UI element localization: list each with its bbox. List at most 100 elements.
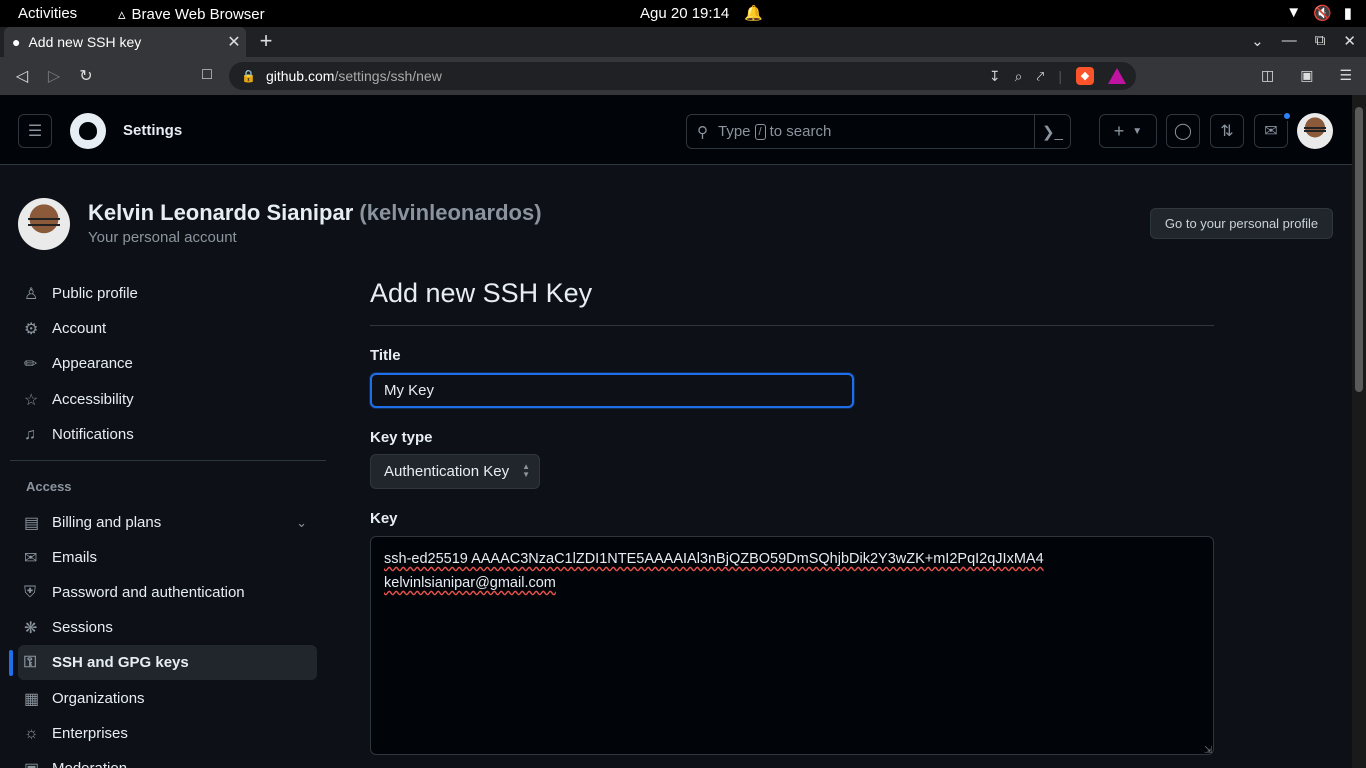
toolbar-right: ◫ ▣ ☰ bbox=[1261, 67, 1352, 84]
scrollbar-thumb[interactable] bbox=[1355, 107, 1363, 392]
sidebar-item-sessions[interactable]: ❋ Sessions bbox=[18, 610, 317, 645]
notification-bell-icon: 🔔 bbox=[744, 5, 763, 22]
sidebar-item-accessibility[interactable]: ☆ Accessibility bbox=[18, 382, 317, 417]
sidebar-item-label: Notifications bbox=[52, 426, 134, 443]
sidebar-item-label: Organizations bbox=[52, 690, 145, 707]
sidebar-item-account[interactable]: ⚙ Account bbox=[18, 311, 317, 346]
search-icon: ⚲ bbox=[697, 123, 708, 141]
title-label: Title bbox=[370, 347, 401, 364]
go-to-profile-button[interactable]: Go to your personal profile bbox=[1150, 208, 1333, 239]
hamburger-menu-icon[interactable]: ☰ bbox=[18, 114, 52, 148]
url-host: github.com bbox=[265, 68, 335, 84]
shield-lock-icon: ⛨ bbox=[24, 583, 37, 601]
address-bar[interactable]: 🔒 github.com/settings/ssh/new ↧ ⌕ ⤤ | ◆ bbox=[229, 62, 1136, 90]
chevron-down-icon[interactable]: ⌄ bbox=[296, 515, 307, 531]
key-text-line: kelvinlsianipar@gmail.com bbox=[384, 571, 1200, 595]
broadcast-icon: ❋ bbox=[24, 619, 38, 637]
browser-tab[interactable]: ● Add new SSH key ✕ bbox=[4, 27, 246, 57]
share-icon[interactable]: ⤤ bbox=[1036, 68, 1044, 85]
key-text: ssh-ed25519 AAAAC3NzaC1lZDI1NTE5AAAAIAl3… bbox=[384, 551, 1044, 567]
reload-icon[interactable]: ↻ bbox=[76, 66, 96, 86]
minimize-icon[interactable]: — bbox=[1282, 32, 1297, 50]
sidebar-item-label: Moderation bbox=[52, 760, 127, 768]
tab-search-chevron-icon[interactable]: ⌄ bbox=[1251, 32, 1264, 50]
credit-card-icon: ▤ bbox=[24, 514, 40, 532]
wallet-icon[interactable]: ▣ bbox=[1300, 67, 1313, 84]
search-placeholder-suffix: to search bbox=[769, 123, 832, 140]
sidebar-item-label: Password and authentication bbox=[52, 584, 245, 601]
sidebar-item-organizations[interactable]: ▦ Organizations bbox=[18, 681, 317, 716]
title-divider bbox=[370, 325, 1214, 326]
brave-lion-icon: ▵ bbox=[118, 6, 126, 23]
sidebar-item-label: SSH and GPG keys bbox=[52, 654, 189, 671]
forward-icon[interactable]: ▷ bbox=[44, 66, 64, 86]
new-tab-button[interactable]: + bbox=[256, 30, 276, 52]
triangle-down-icon: ▼ bbox=[1132, 125, 1143, 137]
github-logo-icon[interactable] bbox=[70, 113, 106, 149]
sidebar-item-label: Sessions bbox=[52, 619, 113, 636]
key-type-select[interactable]: Authentication Key ▲ ▼ bbox=[370, 454, 540, 489]
profile-avatar bbox=[18, 198, 70, 250]
create-new-button[interactable]: + ▼ bbox=[1099, 114, 1157, 148]
install-app-icon[interactable]: ↧ bbox=[989, 68, 1001, 85]
sidebar-item-public-profile[interactable]: ♙ Public profile bbox=[18, 276, 317, 311]
url-path: /settings/ssh/new bbox=[334, 68, 442, 84]
person-icon: ♙ bbox=[24, 285, 39, 303]
zoom-icon[interactable]: ⌕ bbox=[1015, 68, 1023, 85]
close-tab-icon[interactable]: ✕ bbox=[222, 32, 246, 52]
key-textarea[interactable]: ssh-ed25519 AAAAC3NzaC1lZDI1NTE5AAAAIAl3… bbox=[370, 536, 1214, 755]
browser-toolbar: ◁ ▷ ↻ □ 🔒 github.com/settings/ssh/new ↧ … bbox=[0, 57, 1366, 95]
sidebar-item-label: Emails bbox=[52, 549, 98, 566]
sidebar-item-password[interactable]: ⛨ Password and authentication bbox=[18, 575, 317, 610]
sidebar-item-ssh-gpg-keys[interactable]: ⚿ SSH and GPG keys bbox=[18, 645, 317, 680]
command-palette-icon[interactable]: ❯_ bbox=[1034, 115, 1070, 148]
sidebar-item-notifications[interactable]: ♫ Notifications bbox=[18, 417, 317, 452]
app-menu[interactable]: ▵ Brave Web Browser bbox=[118, 5, 265, 24]
avatar-glasses bbox=[28, 218, 60, 226]
bell-icon: ♫ bbox=[24, 425, 36, 443]
search-input[interactable]: ⚲ Type / to search ❯_ bbox=[686, 114, 1071, 149]
tab-title: Add new SSH key bbox=[28, 34, 142, 50]
activities-button[interactable]: Activities bbox=[18, 5, 77, 22]
brave-rewards-icon[interactable] bbox=[1108, 68, 1126, 84]
github-favicon-icon: ● bbox=[12, 34, 21, 50]
github-header: ☰ Settings ⚲ Type / to search ❯_ + ▼ ◯ ⇅… bbox=[0, 95, 1352, 165]
app-name: Brave Web Browser bbox=[131, 5, 265, 23]
pull-requests-icon[interactable]: ⇅ bbox=[1210, 114, 1244, 148]
tab-strip: ● Add new SSH key ✕ + ⌄ — ⧉ ✕ bbox=[0, 27, 1366, 57]
sidebar-toggle-icon[interactable]: ◫ bbox=[1261, 67, 1274, 84]
sidebar-item-emails[interactable]: ✉ Emails bbox=[18, 540, 317, 575]
sidebar-item-moderation[interactable]: ▣ Moderation ⌄ bbox=[18, 751, 317, 768]
page-scrollbar[interactable] bbox=[1352, 95, 1366, 768]
back-icon[interactable]: ◁ bbox=[12, 66, 32, 86]
sidebar-heading-access: Access bbox=[26, 479, 72, 494]
active-indicator bbox=[9, 650, 13, 676]
bookmark-icon[interactable]: □ bbox=[197, 66, 217, 84]
accessibility-icon: ☆ bbox=[24, 391, 39, 409]
mail-icon: ✉ bbox=[24, 549, 38, 567]
maximize-icon[interactable]: ⧉ bbox=[1315, 32, 1326, 50]
sidebar-item-label: Enterprises bbox=[52, 725, 128, 742]
brave-shields-icon[interactable]: ◆ bbox=[1076, 67, 1094, 85]
sidebar-item-enterprises[interactable]: ☼ Enterprises bbox=[18, 716, 317, 751]
user-avatar-menu[interactable] bbox=[1297, 113, 1333, 149]
display-name: Kelvin Leonardo Sianipar bbox=[88, 200, 354, 225]
organization-icon: ▦ bbox=[24, 690, 40, 708]
title-input[interactable] bbox=[370, 373, 854, 408]
sidebar-item-billing[interactable]: ▤ Billing and plans ⌄ bbox=[18, 505, 317, 540]
sidebar-item-appearance[interactable]: ✏ Appearance bbox=[18, 346, 317, 381]
sidebar-item-label: Billing and plans bbox=[52, 514, 162, 531]
username: (kelvinleonardos) bbox=[359, 200, 542, 225]
clock[interactable]: Agu 20 19:14 bbox=[640, 5, 729, 22]
menu-icon[interactable]: ☰ bbox=[1339, 67, 1352, 84]
paintbrush-icon: ✏ bbox=[24, 355, 38, 373]
resize-handle-icon[interactable]: ⇲ bbox=[1204, 745, 1212, 756]
issues-icon[interactable]: ◯ bbox=[1166, 114, 1200, 148]
system-tray[interactable]: ▼ 🔇 ▮ bbox=[1286, 4, 1352, 22]
close-window-icon[interactable]: ✕ bbox=[1343, 32, 1356, 50]
sidebar-item-label: Account bbox=[52, 320, 107, 337]
globe-icon: ☼ bbox=[24, 724, 39, 742]
header-context-title[interactable]: Settings bbox=[123, 122, 182, 139]
chevron-down-icon[interactable]: ⌄ bbox=[296, 761, 307, 768]
window-controls: ⌄ — ⧉ ✕ bbox=[1251, 32, 1356, 50]
